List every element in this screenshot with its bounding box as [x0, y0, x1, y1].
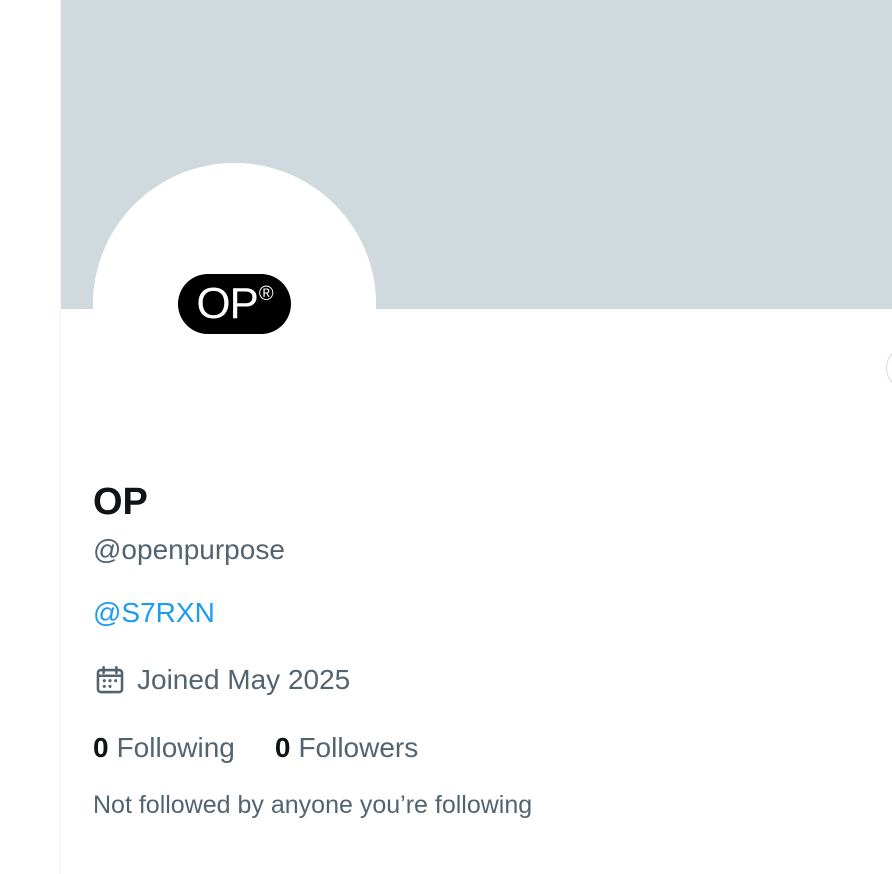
following-count: 0 — [93, 732, 109, 763]
following-label: Following — [116, 732, 235, 763]
bio-mention-link[interactable]: @S7RXN — [93, 595, 215, 631]
joined-date: Joined May 2025 — [93, 661, 350, 699]
profile-stats: 0 Following 0 Followers — [93, 729, 418, 767]
calendar-icon — [93, 663, 127, 697]
brand-logo-letters: OP — [196, 279, 259, 328]
profile-action-button[interactable] — [886, 346, 892, 390]
brand-logo: OP ® — [178, 274, 291, 334]
left-navigation-rail — [0, 0, 60, 874]
followers-label: Followers — [298, 732, 419, 763]
followers-context: Not followed by anyone you’re following — [93, 791, 533, 819]
followers-count: 0 — [274, 732, 291, 763]
registered-mark: ® — [258, 283, 274, 305]
profile-page: OP ® OP @openpurpose @S7RXN Joined May 2… — [0, 0, 892, 874]
display-name: OP — [93, 481, 148, 523]
brand-logo-text: OP ® — [196, 279, 274, 328]
avatar-image: OP ® — [93, 163, 376, 446]
profile-handle: @openpurpose — [93, 534, 285, 565]
profile-avatar[interactable]: OP ® — [93, 163, 376, 446]
followers-link[interactable]: 0 Followers — [275, 730, 418, 766]
joined-date-text: Joined May 2025 — [137, 664, 351, 695]
following-link[interactable]: 0 Following — [93, 730, 235, 766]
